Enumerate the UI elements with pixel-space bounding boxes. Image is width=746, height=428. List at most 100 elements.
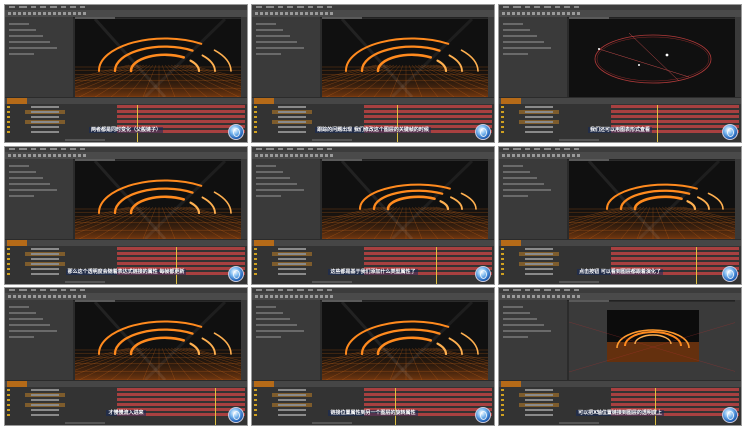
layer-row[interactable]	[252, 388, 362, 392]
layer-duration-bar[interactable]	[611, 115, 739, 118]
screenshot-tile[interactable]: 可以把X轴位置链接到图层的透明度上	[498, 287, 742, 426]
layer-row[interactable]	[252, 262, 362, 266]
layer-row[interactable]	[499, 257, 609, 261]
layer-row[interactable]	[5, 257, 115, 261]
screenshot-tile[interactable]: 点击按钮 可以看到图层都跟着演化了	[498, 146, 742, 285]
playhead[interactable]	[137, 105, 138, 142]
layer-row[interactable]	[5, 110, 115, 114]
layer-duration-bar[interactable]	[117, 403, 245, 406]
tool-icon	[552, 154, 555, 157]
composition-viewer	[75, 161, 243, 239]
screenshot-tile[interactable]: 才慢慢流入进来	[4, 287, 248, 426]
layer-duration-bar[interactable]	[364, 110, 492, 113]
tool-icon	[325, 12, 328, 15]
layer-duration-bar[interactable]	[611, 388, 739, 391]
layer-row[interactable]	[499, 120, 609, 124]
layer-row[interactable]	[499, 115, 609, 119]
layer-duration-bar[interactable]	[611, 398, 739, 401]
composition-viewer	[75, 302, 243, 380]
layer-duration-bar[interactable]	[117, 257, 245, 260]
info-panel	[241, 159, 247, 239]
layer-row[interactable]	[499, 393, 609, 397]
layer-row[interactable]	[5, 115, 115, 119]
layer-duration-bar[interactable]	[611, 110, 739, 113]
layer-duration-bar[interactable]	[364, 257, 492, 260]
layer-duration-bar[interactable]	[117, 388, 245, 391]
screenshot-tile[interactable]: 链接位置属性到另一个图层的旋转属性	[251, 287, 495, 426]
layer-duration-bar[interactable]	[611, 252, 739, 255]
layer-row[interactable]	[499, 252, 609, 256]
screenshot-tile[interactable]: 两者都是同时变化（父般链子）	[4, 4, 248, 143]
layer-duration-bar[interactable]	[611, 262, 739, 265]
playhead[interactable]	[657, 105, 658, 142]
layer-list	[252, 247, 362, 284]
playhead[interactable]	[436, 247, 437, 284]
layer-duration-bar[interactable]	[117, 252, 245, 255]
layer-duration-bar[interactable]	[364, 398, 492, 401]
layer-row[interactable]	[252, 257, 362, 261]
layer-row[interactable]	[5, 252, 115, 256]
layer-duration-bar[interactable]	[364, 247, 492, 250]
screenshot-tile[interactable]: 那么这个透明度会随着表达式链接的属性 每帧都更新	[4, 146, 248, 285]
playhead[interactable]	[655, 388, 656, 425]
tool-icon	[305, 12, 308, 15]
playhead[interactable]	[395, 388, 396, 425]
subtitle-caption: 跟踪的问题出现 我们修改这个图层的关键帧的时候	[252, 127, 494, 133]
layer-duration-bar[interactable]	[611, 105, 739, 108]
layer-bars	[117, 247, 245, 284]
layer-row[interactable]	[5, 247, 115, 251]
layer-duration-bar[interactable]	[611, 247, 739, 250]
layer-row[interactable]	[499, 403, 609, 407]
playhead[interactable]	[397, 105, 398, 142]
layer-duration-bar[interactable]	[117, 262, 245, 265]
layer-row[interactable]	[5, 393, 115, 397]
layer-duration-bar[interactable]	[364, 388, 492, 391]
layer-duration-bar[interactable]	[364, 262, 492, 265]
layer-row[interactable]	[5, 388, 115, 392]
layer-row[interactable]	[5, 398, 115, 402]
layer-row[interactable]	[252, 120, 362, 124]
layer-row[interactable]	[252, 110, 362, 114]
layer-duration-bar[interactable]	[611, 393, 739, 396]
tool-icon	[532, 12, 535, 15]
layer-row[interactable]	[499, 110, 609, 114]
layer-row[interactable]	[252, 252, 362, 256]
layer-row[interactable]	[252, 393, 362, 397]
screenshot-tile[interactable]: 跟踪的问题出现 我们修改这个图层的关键帧的时候	[251, 4, 495, 143]
layer-list	[499, 388, 609, 425]
layer-duration-bar[interactable]	[364, 252, 492, 255]
layer-row[interactable]	[499, 398, 609, 402]
layer-row[interactable]	[252, 115, 362, 119]
layer-duration-bar[interactable]	[364, 120, 492, 123]
layer-duration-bar[interactable]	[364, 403, 492, 406]
playhead[interactable]	[696, 247, 697, 284]
layer-duration-bar[interactable]	[117, 247, 245, 250]
layer-row[interactable]	[5, 105, 115, 109]
layer-row[interactable]	[252, 105, 362, 109]
layer-duration-bar[interactable]	[364, 393, 492, 396]
layer-row[interactable]	[252, 247, 362, 251]
layer-row[interactable]	[5, 403, 115, 407]
layer-row[interactable]	[5, 262, 115, 266]
layer-duration-bar[interactable]	[117, 393, 245, 396]
layer-row[interactable]	[5, 120, 115, 124]
layer-duration-bar[interactable]	[611, 257, 739, 260]
screenshot-tile[interactable]: 这些都是基于我们添加什么类型属性了	[251, 146, 495, 285]
layer-row[interactable]	[499, 388, 609, 392]
playhead[interactable]	[176, 247, 177, 284]
layer-list	[5, 105, 115, 142]
layer-row[interactable]	[499, 105, 609, 109]
layer-duration-bar[interactable]	[611, 403, 739, 406]
layer-duration-bar[interactable]	[611, 120, 739, 123]
layer-row[interactable]	[499, 247, 609, 251]
layer-row[interactable]	[252, 403, 362, 407]
layer-row[interactable]	[499, 262, 609, 266]
project-panel	[5, 17, 73, 97]
tool-icon	[502, 12, 505, 15]
layer-duration-bar[interactable]	[364, 115, 492, 118]
layer-duration-bar[interactable]	[117, 398, 245, 401]
layer-duration-bar[interactable]	[364, 105, 492, 108]
playhead[interactable]	[215, 388, 216, 425]
layer-row[interactable]	[252, 398, 362, 402]
screenshot-tile[interactable]: 我们还可以用图表形式查看	[498, 4, 742, 143]
